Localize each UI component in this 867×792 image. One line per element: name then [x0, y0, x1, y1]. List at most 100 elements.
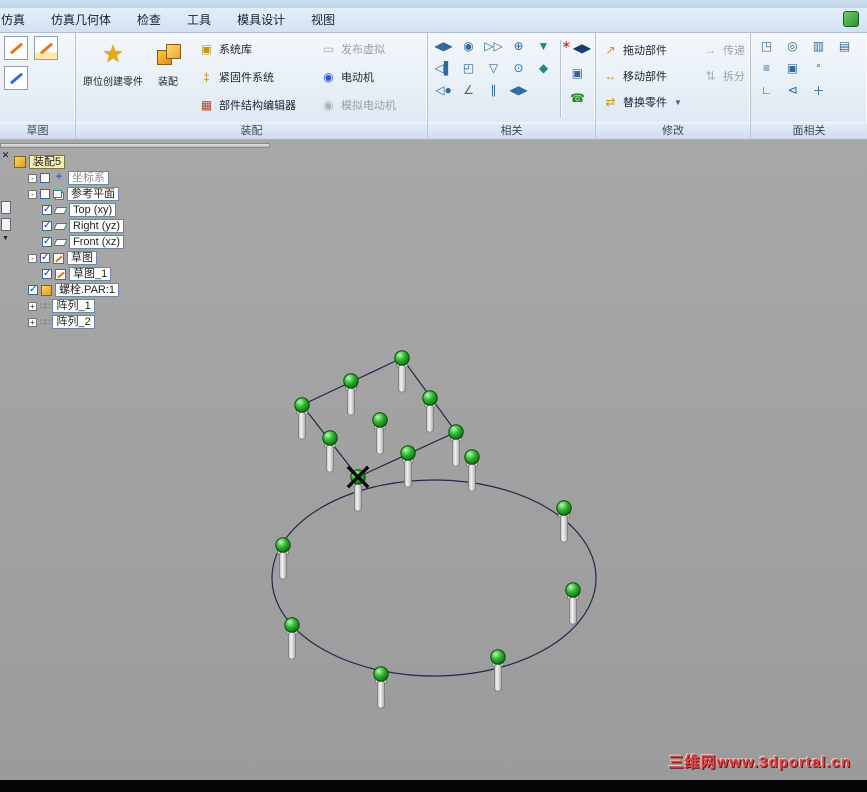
relate-icon-r1c3[interactable]: ⊙	[507, 58, 530, 78]
library-tool-icon[interactable]	[1, 218, 11, 231]
tree-item-label-1[interactable]: 坐标系	[68, 171, 109, 185]
tree-item-label-7[interactable]: 草图_1	[69, 267, 112, 281]
modify-button-0[interactable]: ↗ 拖动部件	[600, 37, 700, 63]
assembly-button-0[interactable]: ▣ 系统库	[196, 40, 310, 58]
tree-item-label-8[interactable]: 螺栓.PAR:1	[55, 283, 120, 297]
tree-row-9[interactable]: + ∷∷ 阵列_1	[28, 298, 264, 314]
bolt-6[interactable]	[322, 430, 338, 473]
sketch-paper-icon[interactable]	[34, 36, 58, 60]
tree-expander-6[interactable]: -	[28, 253, 37, 263]
tree-row-10[interactable]: + ∷∷ 阵列_2	[28, 314, 264, 330]
bolt-11[interactable]	[275, 537, 291, 580]
tree-item-label-2[interactable]: 参考平面	[67, 187, 119, 201]
bolt-15[interactable]	[373, 666, 389, 709]
relate-icon-r1c0[interactable]: ◁▌	[432, 58, 455, 78]
tree-checkbox-2[interactable]	[40, 189, 50, 199]
tree-expander-2[interactable]: -	[28, 189, 37, 199]
tree-row-0[interactable]: 装配5	[14, 154, 264, 170]
face-icon-r0c0[interactable]: ◳	[755, 36, 778, 56]
tree-item-label-0[interactable]: 装配5	[29, 155, 66, 169]
tree-row-5[interactable]: Front (xz)	[42, 234, 264, 250]
face-icon-r2c1[interactable]: ⊲	[781, 80, 804, 100]
tree-item-label-10[interactable]: 阵列_2	[52, 315, 95, 329]
menu-item-3[interactable]: 工具	[174, 8, 224, 32]
menu-item-5[interactable]: 视图	[298, 8, 348, 32]
tree-row-6[interactable]: - 草图	[28, 250, 264, 266]
assemble-button[interactable]: 装配	[146, 36, 190, 122]
bolt-9[interactable]	[464, 449, 480, 492]
tree-row-7[interactable]: 草图_1	[42, 266, 264, 282]
bolt-1[interactable]	[343, 373, 359, 416]
relate-icon-r1c1[interactable]: ◰	[457, 58, 480, 78]
app-icon-right[interactable]	[843, 11, 859, 27]
tree-checkbox-3[interactable]	[42, 204, 52, 215]
tree-row-8[interactable]: 螺栓.PAR:1	[28, 282, 264, 298]
tree-checkbox-6[interactable]	[40, 252, 50, 263]
tree-item-label-4[interactable]: Right (yz)	[69, 219, 125, 233]
tree-row-4[interactable]: Right (yz)	[42, 218, 264, 234]
tree-expander-1[interactable]: -	[28, 173, 37, 183]
tree-checkbox-7[interactable]	[42, 268, 52, 279]
tree-row-1[interactable]: - + 坐标系	[28, 170, 264, 186]
face-icon-r2c2[interactable]: ＋	[807, 80, 830, 100]
tree-expander-10[interactable]: +	[28, 317, 37, 327]
tree-item-label-3[interactable]: Top (xy)	[69, 203, 117, 217]
tree-item-label-6[interactable]: 草图	[67, 251, 97, 265]
face-icon-r0c2[interactable]: ▥	[807, 36, 830, 56]
modify-button-2[interactable]: ↔ 移动部件	[600, 63, 700, 89]
tree-expander-9[interactable]: +	[28, 301, 37, 311]
relate-side-icon-0[interactable]: ＊ ◀▶	[562, 38, 591, 58]
bolt-14[interactable]	[490, 649, 506, 692]
face-icon-r0c1[interactable]: ◎	[781, 36, 804, 56]
relate-icon-r0c0[interactable]: ◀▶	[432, 36, 455, 56]
tree-row-3[interactable]: Top (xy)	[42, 202, 264, 218]
bolt-10[interactable]	[556, 500, 572, 543]
strip-dropdown-icon[interactable]: ▼	[0, 235, 11, 242]
bolt-12[interactable]	[565, 582, 581, 625]
relate-icon-r1c4[interactable]: ◆	[532, 58, 555, 78]
bolt-0[interactable]	[394, 350, 410, 393]
bolt-3[interactable]	[294, 397, 310, 440]
face-icon-r0c3[interactable]: ▤	[833, 36, 856, 56]
relate-icon-r0c1[interactable]: ◉	[457, 36, 480, 56]
assembly-button-2[interactable]: ▦ 部件结构编辑器	[196, 96, 310, 114]
create-in-place-button[interactable]: ★ 原位创建零件	[80, 36, 146, 122]
tree-checkbox-1[interactable]	[40, 173, 50, 183]
modify-button-4[interactable]: ⇄ 替换零件 ▼	[600, 89, 700, 115]
face-icon-r1c0[interactable]: ≡	[755, 58, 778, 78]
tree-checkbox-4[interactable]	[42, 220, 52, 231]
relate-icon-r2c1[interactable]: ∠	[457, 80, 480, 100]
relate-icon-r0c3[interactable]: ⊕	[507, 36, 530, 56]
relate-icon-r2c3[interactable]: ◀▶	[507, 80, 530, 100]
bolt-5[interactable]	[448, 424, 464, 467]
relate-icon-r1c2[interactable]: ▽	[482, 58, 505, 78]
tree-item-label-5[interactable]: Front (xz)	[69, 235, 125, 249]
assembly-button-4[interactable]: ◉ 电动机	[318, 68, 418, 86]
menu-item-4[interactable]: 模具设计	[224, 8, 298, 32]
bolt-13[interactable]	[284, 617, 300, 660]
modify-dropdown-icon[interactable]: ▼	[674, 98, 682, 107]
bolt-4[interactable]	[372, 412, 388, 455]
viewport[interactable]: ✕ ▼ 装配5 - + 坐标系 - 参考平面 Top (xy) Right (yz) Front…	[0, 140, 867, 780]
sketch-tool-icon[interactable]	[4, 36, 28, 60]
relate-icon-r0c2[interactable]: ▷▷	[482, 36, 505, 56]
pathfinder-tool-icon[interactable]	[1, 201, 11, 214]
face-icon-r1c2[interactable]: °	[807, 58, 830, 78]
tree-checkbox-8[interactable]	[28, 284, 38, 295]
relate-icon-r2c0[interactable]: ◁●	[432, 80, 455, 100]
face-icon-r2c0[interactable]: ∟	[755, 80, 778, 100]
tree-item-label-9[interactable]: 阵列_1	[52, 299, 95, 313]
relate-icon-r2c2[interactable]: ∥	[482, 80, 505, 100]
menu-item-0[interactable]: 仿真	[0, 8, 38, 32]
tree-checkbox-5[interactable]	[42, 236, 52, 247]
menu-item-2[interactable]: 检查	[124, 8, 174, 32]
sketch-tool2-icon[interactable]	[4, 66, 28, 90]
close-panel-icon[interactable]: ✕	[0, 150, 11, 161]
tree-row-2[interactable]: - 参考平面	[28, 186, 264, 202]
panel-resize-bar[interactable]	[0, 143, 270, 148]
relate-side-icon-1[interactable]: ▣	[566, 63, 589, 83]
face-icon-r1c1[interactable]: ▣	[781, 58, 804, 78]
ellipse-curve[interactable]	[271, 479, 597, 677]
bolt-2[interactable]	[422, 390, 438, 433]
relate-side-icon-2[interactable]: ☎	[566, 88, 589, 108]
